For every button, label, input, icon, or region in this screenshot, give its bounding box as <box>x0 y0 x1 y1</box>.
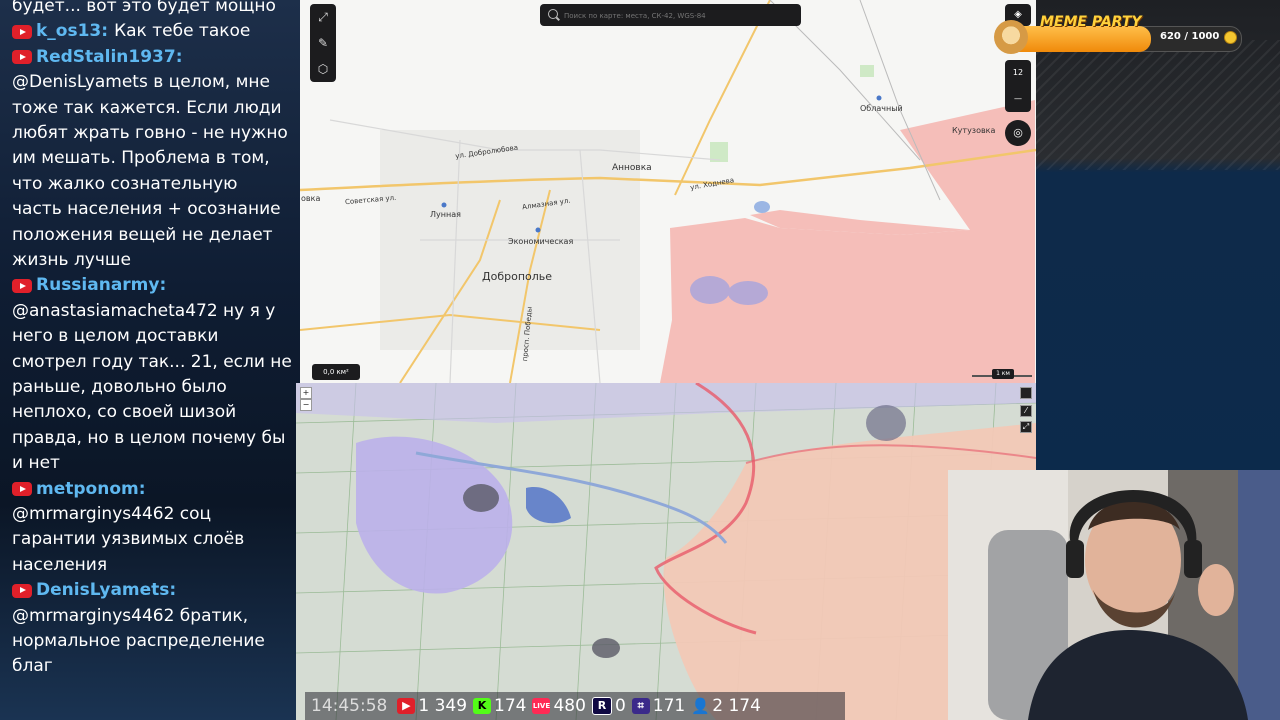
chat-message-text: населения <box>12 554 108 575</box>
map-label-ekonomicheskaya: Экономическая <box>508 237 574 246</box>
chat-message-text: им мешать. Проблема в том, <box>12 148 270 169</box>
bottom-zoom-out-button[interactable]: − <box>300 399 312 411</box>
ruler-icon[interactable]: ✎ <box>310 31 336 55</box>
bottom-map[interactable]: + − ⁄ ⤢ <box>296 383 1036 720</box>
zoom-out-button[interactable]: — <box>1005 86 1031 112</box>
bottom-ruler-icon[interactable]: ⁄ <box>1020 405 1032 417</box>
youtube-icon <box>12 279 32 294</box>
bottom-layer-button[interactable] <box>1020 387 1032 399</box>
chat-message-text: что жалко сознательную <box>12 173 238 194</box>
chat-message-author: DenisLyamets: <box>12 578 300 603</box>
expand-icon[interactable]: ⤢ <box>310 5 336 29</box>
chat-username[interactable]: RedStalin1937: <box>36 45 183 70</box>
chat-message-text: @DenisLyamets в целом, мне <box>12 72 270 93</box>
chat-message-text: неплохо, со своей шизой <box>12 402 237 423</box>
coin-icon <box>1224 31 1237 44</box>
kick-stat: K 174 <box>473 696 526 716</box>
chat-message-text: раньше, довольно было <box>12 377 227 398</box>
vklive-stat: LIVE 480 <box>532 696 586 716</box>
chat-message-text: и нет <box>12 453 60 474</box>
chat-message-text: положения вещей не делает <box>12 224 273 245</box>
map-search-input[interactable] <box>562 7 796 25</box>
chat-panel: будет... вот это будет мощно k_os13: Как т… <box>0 0 300 720</box>
chat-message-text: гарантии уязвимых слоёв <box>12 529 245 550</box>
chat-username[interactable]: k_os13: <box>36 19 108 44</box>
map-label-left-cut: овка <box>301 194 321 203</box>
layers-icon: ◈ <box>1014 9 1022 20</box>
youtube-icon <box>12 583 32 598</box>
map-label-dobropolye: Доброполье <box>482 270 553 283</box>
map-label-oblachny: Облачный <box>860 104 903 113</box>
meme-party-count: 620 / 1000 <box>1160 31 1220 42</box>
top-map-canvas <box>300 0 1036 383</box>
map-scale: 1 км <box>972 369 1032 381</box>
bottom-zoom-in-button[interactable]: + <box>300 387 312 399</box>
search-icon <box>548 9 558 19</box>
person-icon: 👤 <box>691 697 710 715</box>
chat-message-text: тоже так кажется. Если люди <box>12 97 282 118</box>
chat-message-text: него в целом доставки <box>12 326 219 347</box>
compass-button[interactable]: ◎ <box>1005 120 1031 146</box>
youtube-icon <box>12 482 32 497</box>
chat-message-author: Russianarmy: <box>12 273 300 298</box>
youtube-stat: ▶ 1 349 <box>397 696 467 716</box>
meme-party-title: MEME PARTY <box>1040 14 1142 30</box>
vklive-icon: LIVE <box>532 698 551 714</box>
bottom-fullscreen-icon[interactable]: ⤢ <box>1020 421 1032 433</box>
chat-message-text: будет... вот это будет мощно <box>12 0 276 16</box>
map-search[interactable] <box>540 4 801 26</box>
youtube-icon <box>12 25 32 40</box>
compass-icon: ◎ <box>1013 126 1023 139</box>
map-toolbar: ⤢ ✎ ⬡ <box>310 4 336 82</box>
twitch-stat: ⌗ 171 <box>631 696 685 716</box>
chat-message-text: благ <box>12 656 53 677</box>
doge-icon <box>994 20 1028 54</box>
stream-clock: 14:45:58 <box>311 696 388 716</box>
zoom-level: 12 <box>1012 68 1024 77</box>
chat-message-text: смотрел году так... 21, если не <box>12 351 292 372</box>
youtube-icon: ▶ <box>397 698 416 714</box>
map-label-annovka: Анновка <box>612 163 652 173</box>
chat-username[interactable]: DenisLyamets: <box>36 578 176 603</box>
youtube-icon <box>12 50 32 65</box>
chat-message-text: часть населения + осознание <box>12 199 281 220</box>
rutube-icon: R <box>591 697 612 715</box>
chat-message-text: Как тебе такое <box>114 21 251 42</box>
zoom-control[interactable]: 12 — <box>1005 60 1031 112</box>
area-readout: 0,0 км² <box>312 364 360 380</box>
chat-message-author: k_os13: Как тебе такое <box>12 19 300 44</box>
chat-username[interactable]: metponom: <box>36 477 146 502</box>
chat-message-text: правда, но в целом почему бы <box>12 427 286 448</box>
polygon-icon[interactable]: ⬡ <box>310 57 336 81</box>
rutube-stat: R0 <box>591 696 626 716</box>
bottom-map-canvas <box>296 383 1036 720</box>
chat-message-text: @mrmarginys4462 братик, <box>12 605 249 626</box>
webcam-feed <box>948 470 1280 720</box>
chat-message-author: metponom: <box>12 477 300 502</box>
map-label-lunnaya: Лунная <box>430 210 461 219</box>
chat-username[interactable]: Russianarmy: <box>36 273 166 298</box>
chat-message-author: RedStalin1937: <box>12 45 300 70</box>
top-map[interactable] <box>300 0 1036 383</box>
chat-message-text: @anastasiamacheta472 ну я у <box>12 300 276 321</box>
chat-messages: будет... вот это будет мощно k_os13: Как т… <box>12 0 300 680</box>
kick-icon: K <box>473 698 492 714</box>
chat-message-text: @mrmarginys4462 соц <box>12 504 212 525</box>
stream-stats-bar: 14:45:58 ▶ 1 349 K 174 LIVE 480 R0 ⌗ 171 👤 2 … <box>305 692 845 720</box>
viewers-stat: 👤 2 174 <box>691 696 761 716</box>
chat-message-text: жизнь лучше <box>12 250 131 271</box>
chat-message-text: любят жрать говно - не нужно <box>12 123 288 143</box>
twitch-icon: ⌗ <box>631 698 650 714</box>
chat-message-text: нормальное распределение <box>12 631 265 652</box>
meme-party-widget: MEME PARTY 620 / 1000 <box>994 14 1246 54</box>
map-label-kutuzovka: Кутузовка <box>952 126 996 135</box>
